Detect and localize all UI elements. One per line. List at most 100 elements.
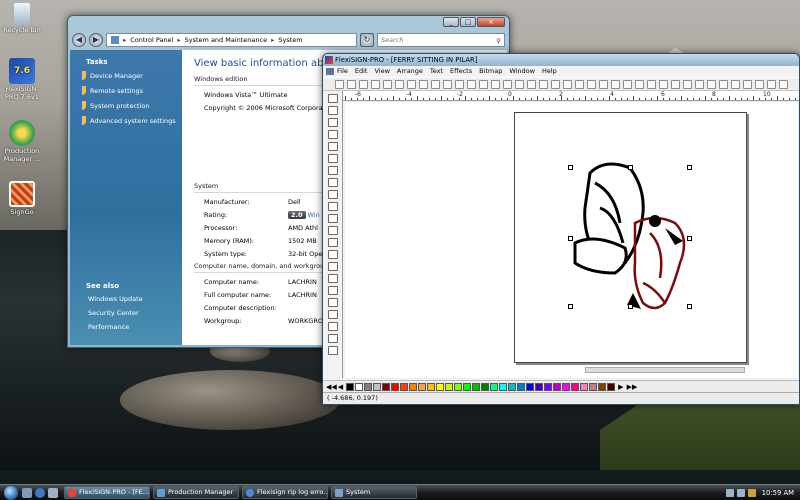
- color-swatch[interactable]: [517, 382, 526, 391]
- toolbar-button-icon[interactable]: [599, 80, 608, 89]
- drawing-tool-icon[interactable]: [328, 202, 338, 211]
- drawing-tool-icon[interactable]: [328, 334, 338, 343]
- menu-effects[interactable]: Effects: [450, 66, 472, 77]
- toolbar-button-icon[interactable]: [527, 80, 536, 89]
- drawing-tool-icon[interactable]: [328, 238, 338, 247]
- color-swatch[interactable]: [562, 382, 571, 391]
- task-device-manager[interactable]: Device Manager: [78, 71, 178, 80]
- toolbar-button-icon[interactable]: [431, 80, 440, 89]
- toolbar-button-icon[interactable]: [647, 80, 656, 89]
- taskbar-item-flexisign[interactable]: FlexiSIGN-PRO - [FE...: [64, 486, 150, 499]
- toolbar-button-icon[interactable]: [335, 80, 344, 89]
- toolbar-button-icon[interactable]: [491, 80, 500, 89]
- color-swatch[interactable]: [364, 382, 373, 391]
- breadcrumb-item[interactable]: Control Panel: [130, 36, 173, 44]
- selection-handle[interactable]: [568, 304, 573, 309]
- palette-scroll-left[interactable]: ◀◀: [326, 383, 337, 391]
- document-page[interactable]: [514, 112, 747, 363]
- drawing-tool-icon[interactable]: [328, 190, 338, 199]
- taskbar-item-production-manager[interactable]: Production Manager: [153, 486, 239, 499]
- selection-handle[interactable]: [568, 236, 573, 241]
- drawing-tool-icon[interactable]: [328, 346, 338, 355]
- color-swatch[interactable]: [472, 382, 481, 391]
- drawing-tool-icon[interactable]: [328, 178, 338, 187]
- task-remote-settings[interactable]: Remote settings: [78, 86, 178, 95]
- menu-text[interactable]: Text: [430, 66, 443, 77]
- see-also-performance[interactable]: Performance: [88, 323, 178, 331]
- toolbar-button-icon[interactable]: [755, 80, 764, 89]
- color-swatch[interactable]: [490, 382, 499, 391]
- menu-bitmap[interactable]: Bitmap: [479, 66, 502, 77]
- color-swatch[interactable]: [436, 382, 445, 391]
- toolbar-button-icon[interactable]: [443, 80, 452, 89]
- toolbar-button-icon[interactable]: [419, 80, 428, 89]
- taskbar-item-rip-log[interactable]: Flexisign rip log erro...: [242, 486, 328, 499]
- drawing-tool-icon[interactable]: [328, 214, 338, 223]
- color-swatch[interactable]: [427, 382, 436, 391]
- menu-edit[interactable]: Edit: [355, 66, 368, 77]
- toolbar-button-icon[interactable]: [371, 80, 380, 89]
- color-swatch[interactable]: [580, 382, 589, 391]
- selection-handle[interactable]: [568, 165, 573, 170]
- breadcrumb-item[interactable]: System: [278, 36, 302, 44]
- drawing-tool-icon[interactable]: [328, 142, 338, 151]
- toolbar-button-icon[interactable]: [515, 80, 524, 89]
- drawing-tool-icon[interactable]: [328, 310, 338, 319]
- see-also-windows-update[interactable]: Windows Update: [88, 295, 178, 303]
- taskbar-item-system[interactable]: System: [331, 486, 417, 499]
- title-bar[interactable]: FlexiSIGN-PRO - [FERRY SITTING IN PILAR]: [323, 54, 799, 66]
- color-swatch[interactable]: [409, 382, 418, 391]
- maximize-button[interactable]: □: [460, 17, 476, 27]
- selection-handle[interactable]: [628, 165, 633, 170]
- toolbar-button-icon[interactable]: [767, 80, 776, 89]
- drawing-tool-icon[interactable]: [328, 322, 338, 331]
- drawing-tool-icon[interactable]: [328, 154, 338, 163]
- menu-file[interactable]: File: [337, 66, 348, 77]
- selection-handle[interactable]: [628, 304, 633, 309]
- selection-handle[interactable]: [687, 304, 692, 309]
- toolbar-button-icon[interactable]: [359, 80, 368, 89]
- desktop-icon-flexisign[interactable]: 7.6 FlexiSIGN-PRO 7.6v1: [0, 58, 44, 101]
- browser-icon[interactable]: [35, 487, 45, 498]
- color-swatch[interactable]: [535, 382, 544, 391]
- forward-button[interactable]: ▶: [89, 33, 103, 47]
- back-button[interactable]: ◀: [72, 33, 86, 47]
- color-swatch[interactable]: [607, 382, 616, 391]
- color-swatch[interactable]: [355, 382, 364, 391]
- color-swatch[interactable]: [553, 382, 562, 391]
- menu-view[interactable]: View: [374, 66, 389, 77]
- breadcrumb-item[interactable]: System and Maintenance: [185, 36, 267, 44]
- menu-help[interactable]: Help: [542, 66, 557, 77]
- task-advanced-system-settings[interactable]: Advanced system settings: [78, 116, 178, 125]
- color-swatch[interactable]: [454, 382, 463, 391]
- network-icon[interactable]: [725, 488, 734, 497]
- toolbar-button-icon[interactable]: [539, 80, 548, 89]
- task-system-protection[interactable]: System protection: [78, 101, 178, 110]
- toolbar-button-icon[interactable]: [707, 80, 716, 89]
- toolbar-button-icon[interactable]: [635, 80, 644, 89]
- selection-handle[interactable]: [687, 165, 692, 170]
- color-swatch[interactable]: [544, 382, 553, 391]
- selection-handle[interactable]: [687, 236, 692, 241]
- toolbar-button-icon[interactable]: [563, 80, 572, 89]
- switch-windows-icon[interactable]: [48, 487, 58, 498]
- document-icon[interactable]: [326, 68, 334, 75]
- clock[interactable]: 10:59 AM: [762, 489, 794, 497]
- color-swatch[interactable]: [508, 382, 517, 391]
- color-swatch[interactable]: [382, 382, 391, 391]
- toolbar-button-icon[interactable]: [479, 80, 488, 89]
- toolbar-button-icon[interactable]: [731, 80, 740, 89]
- color-swatch[interactable]: [481, 382, 490, 391]
- search-icon[interactable]: ⚲: [496, 35, 501, 47]
- drawing-tool-icon[interactable]: [328, 250, 338, 259]
- drawing-tool-icon[interactable]: [328, 286, 338, 295]
- menu-arrange[interactable]: Arrange: [397, 66, 423, 77]
- flexisign-window[interactable]: FlexiSIGN-PRO - [FERRY SITTING IN PILAR]…: [322, 53, 800, 405]
- drawing-canvas[interactable]: [345, 102, 798, 378]
- toolbar-button-icon[interactable]: [551, 80, 560, 89]
- toolbar-button-icon[interactable]: [683, 80, 692, 89]
- toolbar-button-icon[interactable]: [695, 80, 704, 89]
- toolbar-button-icon[interactable]: [671, 80, 680, 89]
- toolbar-button-icon[interactable]: [587, 80, 596, 89]
- drawing-tool-icon[interactable]: [328, 166, 338, 175]
